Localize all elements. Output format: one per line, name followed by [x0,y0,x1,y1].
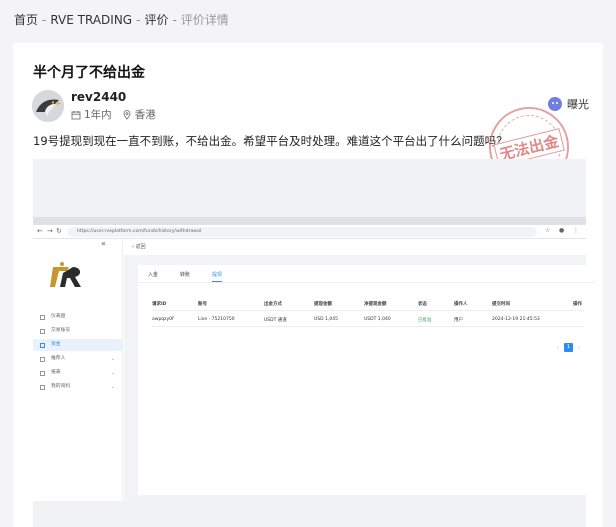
attached-screenshot[interactable]: ← → ↻ https://user.rveplatform.com/funds… [33,159,594,527]
forward-arrow-icon: → [47,227,53,235]
table-row: awpqzy0f Live - 75210750 USDT 通道 USD 1,0… [152,313,584,327]
back-link: ‹ 返回 [124,239,586,255]
post-title: 半个月了不给出金 [33,65,145,81]
calendar-icon [71,110,81,120]
expose-tag[interactable]: 曝光 [548,96,589,112]
breadcrumb-brand[interactable]: RVE TRADING [50,13,132,27]
table-header-row: 请求ID 账号 出金方式 提现金额 净提现金额 状态 操作人 提交时间 操作 [152,297,584,311]
username[interactable]: rev2440 [71,90,126,104]
expose-label: 曝光 [567,98,589,111]
menu-item-reports: 报表 ⌄ [33,367,123,379]
post-meta: 1年内 香港 [71,107,156,122]
breadcrumb-home[interactable]: 首页 [14,13,38,27]
menu-item-referrer: 推荐人 ⌄ [33,353,123,365]
profile-icon: ● [559,227,565,234]
funds-panel: 入金 转账 提现 请求ID 账号 出金方式 提现金额 净提现金额 状态 操作人 … [138,265,594,495]
status-approved: 已批准 [418,318,432,323]
breadcrumb: 首页 - RVE TRADING - 评价 - 评价详情 [14,13,229,27]
screenshot-page: ‹ 返回 入金 转账 提现 请求ID 账号 出金方式 提现金额 净提现金额 状态… [124,239,594,501]
menu-item-trading-accounts: 交易账号 [33,325,123,337]
post-content: 19号提现到现在一直不到账，不给出金。希望平台及时处理。难道这个平台出了什么问题… [33,134,508,148]
url-bar: https://user.rveplatform.com/funds/histo… [67,227,537,237]
post-time: 1年内 [84,109,112,121]
prev-page-icon: ‹ [557,344,559,351]
tab-transfer: 转账 [180,272,191,278]
more-icon: ⋮ [573,227,579,234]
avatar[interactable] [32,90,64,122]
menu-item-funds: 资金 [33,339,123,351]
browser-window: ← → ↻ https://user.rveplatform.com/funds… [33,217,594,501]
star-icon: ☆ [545,227,551,234]
menu-item-profile: 我的资料 ⌄ [33,381,123,393]
collapse-icon: « [101,239,106,248]
screenshot-sidebar: « 仪表盘 交易账号 资金 推荐人 ⌄ 报表 ⌄ 我的资料 ⌄ [33,239,123,501]
menu-item-dashboard: 仪表盘 [33,311,123,323]
reload-icon: ↻ [56,227,62,235]
rve-logo-icon [50,262,81,287]
page-number: 1 [564,343,573,352]
browser-tab-strip [33,217,586,225]
tab-withdrawal: 提现 [212,271,223,282]
eagle-avatar-icon [32,90,64,122]
tab-deposit: 入金 [148,272,159,278]
review-card: 半个月了不给出金 rev2440 1年内 香港 曝光 19号提现到现在一直不到账… [13,43,603,527]
breadcrumb-current: 评价详情 [180,13,229,27]
browser-toolbar: ← → ↻ https://user.rveplatform.com/funds… [33,225,586,239]
sad-face-icon [548,97,562,111]
pagination: ‹ 1 › [557,343,580,352]
post-location: 香港 [134,109,156,121]
funds-tabs: 入金 转账 提现 [148,271,244,282]
breadcrumb-section[interactable]: 评价 [144,13,168,27]
next-page-icon: › [578,344,580,351]
location-pin-icon [122,109,132,120]
back-arrow-icon: ← [37,227,43,235]
